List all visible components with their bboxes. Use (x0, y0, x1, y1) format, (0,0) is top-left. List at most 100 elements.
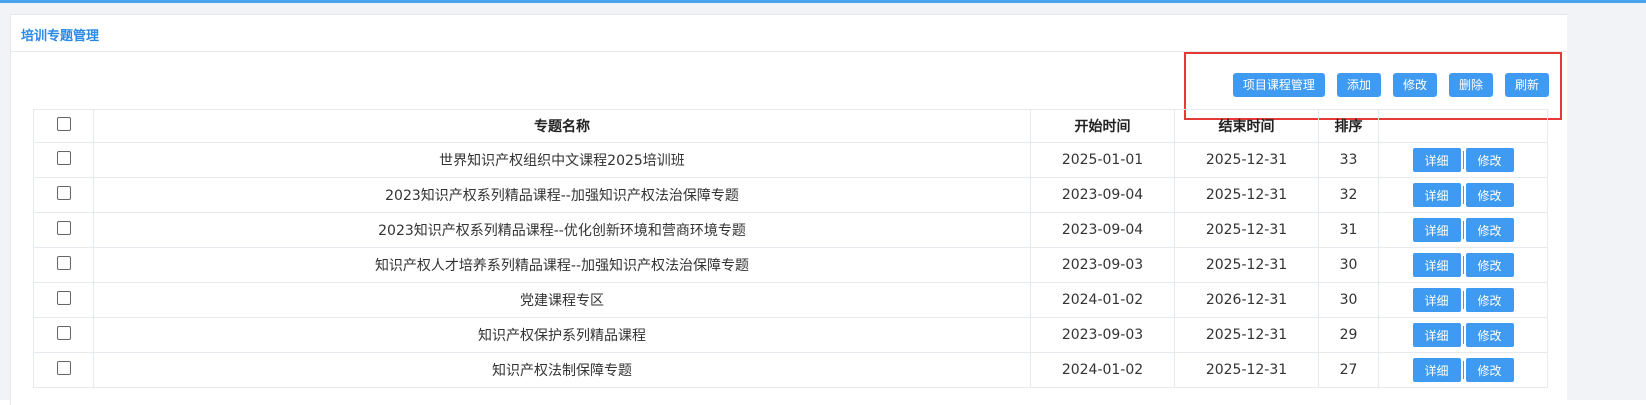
row-end: 2025-12-31 (1174, 247, 1319, 283)
add-button[interactable]: 添加 (1336, 73, 1381, 97)
row-order: 33 (1318, 142, 1379, 178)
row-start: 2025-01-01 (1030, 142, 1175, 178)
row-edit-button[interactable]: 修改 (1465, 183, 1514, 207)
row-name: 2023知识产权系列精品课程--优化创新环境和营商环境专题 (93, 212, 1031, 248)
table-row: 知识产权法制保障专题 2024-01-02 2025-12-31 27 详细 修改 (33, 352, 1548, 388)
column-header-end[interactable]: 结束时间 (1174, 109, 1319, 143)
table-body: 世界知识产权组织中文课程2025培训班 2025-01-01 2025-12-3… (33, 142, 1548, 388)
delete-button[interactable]: 删除 (1448, 73, 1493, 97)
row-select-cell (33, 317, 94, 353)
row-select-cell (33, 177, 94, 213)
row-order: 32 (1318, 177, 1379, 213)
row-name: 世界知识产权组织中文课程2025培训班 (93, 142, 1031, 178)
panel-header: 培训专题管理 (11, 15, 1567, 52)
row-name: 2023知识产权系列精品课程--加强知识产权法治保障专题 (93, 177, 1031, 213)
table-row: 党建课程专区 2024-01-02 2026-12-31 30 详细 修改 (33, 282, 1548, 318)
row-name: 知识产权法制保障专题 (93, 352, 1031, 388)
topic-management-panel: 培训专题管理 项目课程管理 添加 修改 删除 刷新 专题名称 开始时间 结束时间… (10, 14, 1567, 405)
table-row: 知识产权人才培养系列精品课程--加强知识产权法治保障专题 2023-09-03 … (33, 247, 1548, 283)
row-order: 30 (1318, 282, 1379, 318)
row-checkbox[interactable] (56, 186, 71, 200)
row-end: 2026-12-31 (1174, 282, 1319, 318)
column-header-order[interactable]: 排序 (1318, 109, 1379, 143)
row-ops-group: 详细 修改 (1412, 148, 1514, 172)
project-course-management-button[interactable]: 项目课程管理 (1232, 73, 1325, 97)
row-detail-button[interactable]: 详细 (1412, 148, 1461, 172)
select-all-checkbox[interactable] (56, 117, 71, 131)
row-name: 知识产权保护系列精品课程 (93, 317, 1031, 353)
row-edit-button[interactable]: 修改 (1465, 323, 1514, 347)
row-detail-button[interactable]: 详细 (1412, 183, 1461, 207)
row-ops-group: 详细 修改 (1412, 358, 1514, 382)
row-detail-button[interactable]: 详细 (1412, 358, 1461, 382)
row-checkbox[interactable] (56, 151, 71, 165)
table-row: 世界知识产权组织中文课程2025培训班 2025-01-01 2025-12-3… (33, 142, 1548, 178)
row-edit-button[interactable]: 修改 (1465, 148, 1514, 172)
ops-separator (1462, 291, 1464, 309)
row-detail-button[interactable]: 详细 (1412, 288, 1461, 312)
row-select-cell (33, 352, 94, 388)
refresh-button[interactable]: 刷新 (1504, 73, 1549, 97)
row-start: 2023-09-04 (1030, 177, 1175, 213)
row-name: 知识产权人才培养系列精品课程--加强知识产权法治保障专题 (93, 247, 1031, 283)
row-checkbox[interactable] (56, 221, 71, 235)
row-edit-button[interactable]: 修改 (1465, 288, 1514, 312)
row-ops-group: 详细 修改 (1412, 218, 1514, 242)
row-ops: 详细 修改 (1378, 212, 1548, 248)
select-all-cell (33, 109, 94, 143)
table-header-row: 专题名称 开始时间 结束时间 排序 (33, 109, 1548, 143)
ops-separator (1462, 186, 1464, 204)
row-checkbox[interactable] (56, 361, 71, 375)
toolbar: 项目课程管理 添加 修改 删除 刷新 (1232, 73, 1549, 97)
row-select-cell (33, 247, 94, 283)
topic-table: 专题名称 开始时间 结束时间 排序 世界知识产权组织中文课程2025培训班 20… (33, 109, 1548, 388)
topic-table-wrapper: 专题名称 开始时间 结束时间 排序 世界知识产权组织中文课程2025培训班 20… (33, 109, 1548, 388)
row-ops: 详细 修改 (1378, 247, 1548, 283)
row-end: 2025-12-31 (1174, 317, 1319, 353)
table-row: 2023知识产权系列精品课程--优化创新环境和营商环境专题 2023-09-04… (33, 212, 1548, 248)
row-order: 27 (1318, 352, 1379, 388)
row-ops: 详细 修改 (1378, 352, 1548, 388)
row-ops-group: 详细 修改 (1412, 183, 1514, 207)
row-select-cell (33, 282, 94, 318)
row-order: 30 (1318, 247, 1379, 283)
column-header-name[interactable]: 专题名称 (93, 109, 1031, 143)
row-ops: 详细 修改 (1378, 282, 1548, 318)
row-start: 2024-01-02 (1030, 352, 1175, 388)
column-header-ops (1378, 109, 1548, 143)
ops-separator (1462, 361, 1464, 379)
row-checkbox[interactable] (56, 326, 71, 340)
row-detail-button[interactable]: 详细 (1412, 323, 1461, 347)
ops-separator (1462, 221, 1464, 239)
row-end: 2025-12-31 (1174, 177, 1319, 213)
row-name: 党建课程专区 (93, 282, 1031, 318)
row-end: 2025-12-31 (1174, 352, 1319, 388)
ops-separator (1462, 256, 1464, 274)
row-end: 2025-12-31 (1174, 142, 1319, 178)
row-select-cell (33, 212, 94, 248)
row-edit-button[interactable]: 修改 (1465, 218, 1514, 242)
row-ops-group: 详细 修改 (1412, 253, 1514, 277)
row-ops: 详细 修改 (1378, 317, 1548, 353)
row-edit-button[interactable]: 修改 (1465, 358, 1514, 382)
row-start: 2023-09-03 (1030, 317, 1175, 353)
row-select-cell (33, 142, 94, 178)
row-end: 2025-12-31 (1174, 212, 1319, 248)
edit-button[interactable]: 修改 (1392, 73, 1437, 97)
row-start: 2024-01-02 (1030, 282, 1175, 318)
ops-separator (1462, 326, 1464, 344)
table-row: 知识产权保护系列精品课程 2023-09-03 2025-12-31 29 详细… (33, 317, 1548, 353)
row-edit-button[interactable]: 修改 (1465, 253, 1514, 277)
row-order: 29 (1318, 317, 1379, 353)
row-checkbox[interactable] (56, 256, 71, 270)
table-row: 2023知识产权系列精品课程--加强知识产权法治保障专题 2023-09-04 … (33, 177, 1548, 213)
panel-title: 培训专题管理 (21, 29, 100, 44)
row-ops-group: 详细 修改 (1412, 323, 1514, 347)
column-header-start[interactable]: 开始时间 (1030, 109, 1175, 143)
row-detail-button[interactable]: 详细 (1412, 253, 1461, 277)
row-start: 2023-09-03 (1030, 247, 1175, 283)
row-detail-button[interactable]: 详细 (1412, 218, 1461, 242)
row-checkbox[interactable] (56, 291, 71, 305)
row-start: 2023-09-04 (1030, 212, 1175, 248)
ops-separator (1462, 151, 1464, 169)
